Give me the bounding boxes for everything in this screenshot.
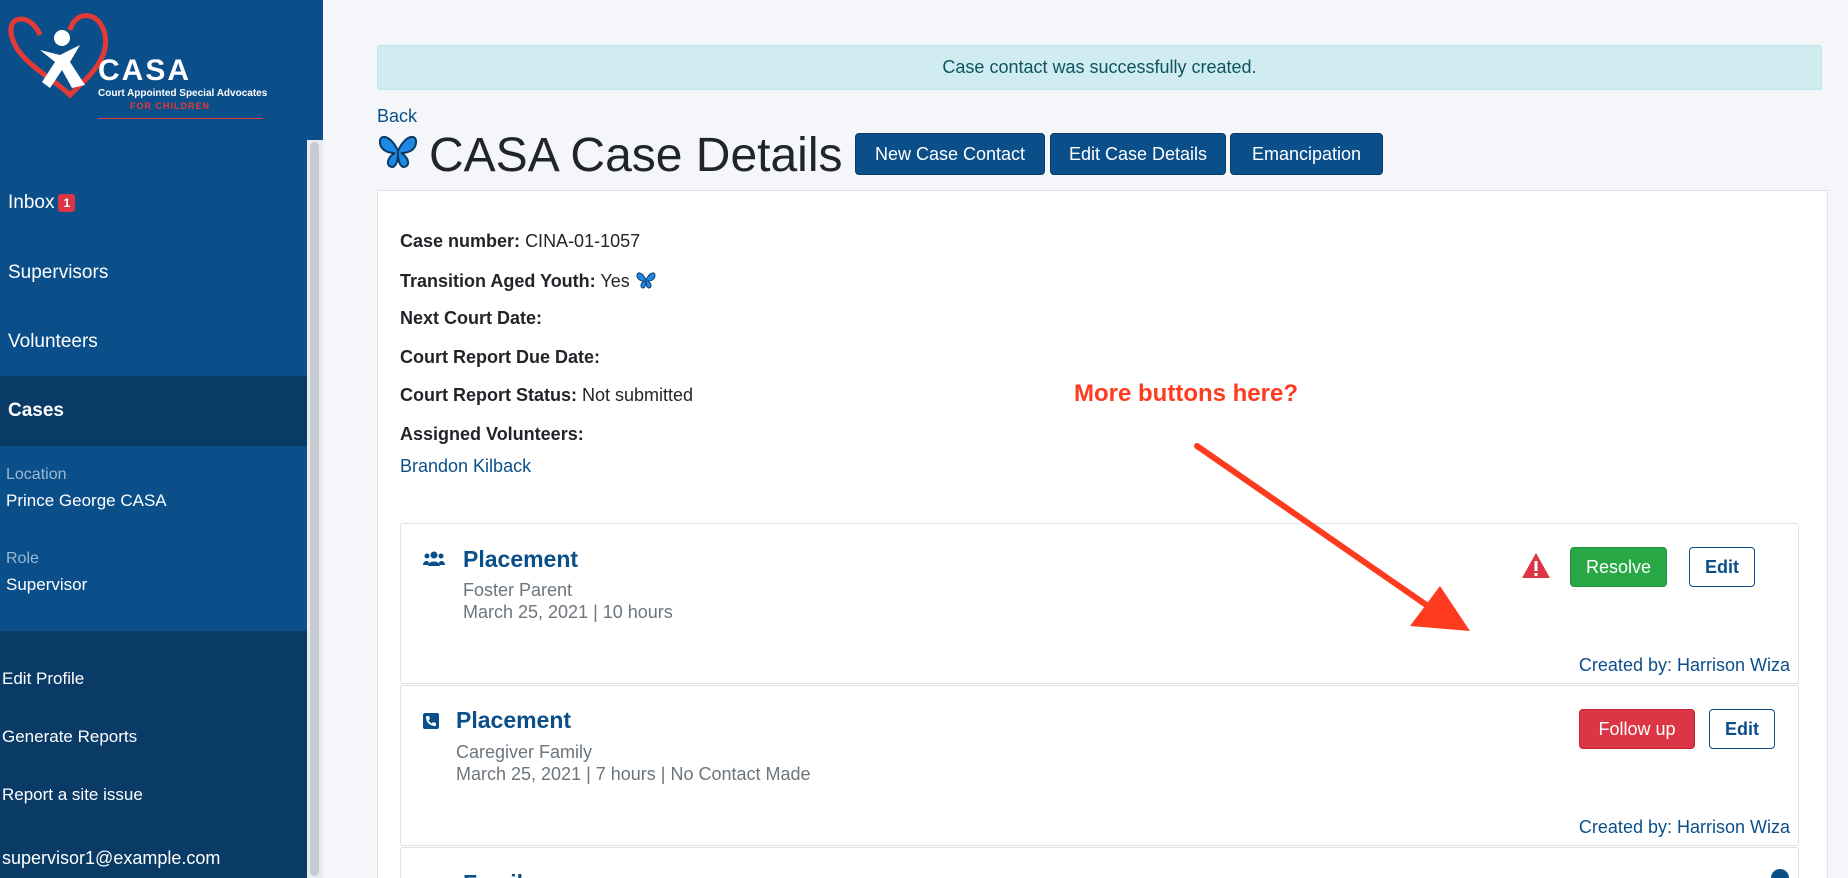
edit-button[interactable]: Edit	[1689, 547, 1755, 587]
next-court-date-label: Next Court Date:	[400, 308, 543, 328]
edit-profile-link[interactable]: Edit Profile	[2, 669, 84, 689]
report-issue-link[interactable]: Report a site issue	[2, 785, 143, 805]
user-email[interactable]: supervisor1@example.com	[2, 848, 220, 869]
case-contact-card: Family	[400, 847, 1799, 878]
contact-title: Placement	[463, 546, 579, 572]
tay-value: Yes	[600, 271, 630, 291]
page-title: CASA Case Details	[377, 128, 843, 183]
logo-underline	[98, 118, 263, 119]
contact-title: Placement	[456, 707, 572, 733]
users-icon	[423, 551, 445, 572]
annotation-text: More buttons here?	[1074, 380, 1299, 407]
success-alert: Case contact was successfully created.	[377, 45, 1822, 90]
transition-aged-youth-field: Transition Aged Youth: Yes	[400, 270, 657, 292]
new-case-contact-button[interactable]: New Case Contact	[855, 133, 1045, 175]
next-court-date-field: Next Court Date:	[400, 308, 542, 329]
role-label: Role	[6, 550, 39, 567]
created-by: Created by: Harrison Wiza	[1578, 817, 1790, 837]
logo-tagline: Court Appointed Special Advocates	[98, 88, 268, 99]
court-report-status-field: Court Report Status: Not submitted	[400, 385, 693, 406]
contact-type: Caregiver Family	[456, 742, 593, 762]
location-label: Location	[6, 466, 67, 483]
edit-case-details-button[interactable]: Edit Case Details	[1050, 133, 1226, 175]
sidebar-item-label: Supervisors	[8, 262, 109, 283]
tay-label: Transition Aged Youth:	[400, 271, 596, 291]
phone-icon	[423, 713, 439, 734]
edit-button[interactable]: Edit	[1709, 709, 1775, 749]
logo-tagline-2: FOR CHILDREN	[130, 101, 210, 111]
role-value: Supervisor	[6, 575, 88, 594]
resolve-button[interactable]: Resolve	[1570, 547, 1667, 587]
logo-text: CASA	[98, 54, 192, 87]
contact-type: Foster Parent	[463, 580, 573, 600]
volunteer-link[interactable]: Brandon Kilback	[400, 456, 531, 477]
help-icon[interactable]	[1770, 868, 1790, 878]
sidebar-item-cases[interactable]: Cases	[0, 376, 307, 446]
sidebar-item-label: Volunteers	[8, 331, 98, 352]
case-contact-card: Placement Foster Parent March 25, 2021 |…	[400, 523, 1799, 684]
court-report-status-value: Not submitted	[582, 385, 694, 405]
page-title-text: CASA Case Details	[429, 129, 843, 182]
sidebar-item-volunteers[interactable]: Volunteers	[0, 307, 307, 377]
follow-up-button[interactable]: Follow up	[1579, 709, 1695, 749]
contact-date-duration: March 25, 2021 | 10 hours	[463, 602, 673, 622]
court-report-due-field: Court Report Due Date:	[400, 347, 600, 368]
warning-icon	[1521, 552, 1551, 587]
sidebar-item-label: Cases	[8, 400, 64, 421]
case-number-value: CINA-01-1057	[525, 231, 641, 251]
sidebar-scrollbar[interactable]	[307, 140, 323, 878]
case-contact-card: Placement Caregiver Family March 25, 202…	[400, 685, 1799, 846]
sidebar-item-inbox[interactable]: Inbox 1	[0, 168, 307, 238]
inbox-count-badge: 1	[58, 194, 76, 212]
annotation-arrow-icon	[1194, 443, 1470, 631]
sidebar-item-label: Inbox	[8, 192, 55, 213]
case-number-label: Case number:	[400, 231, 521, 251]
created-by: Created by: Harrison Wiza	[1578, 655, 1790, 675]
assigned-volunteers-field: Assigned Volunteers:	[400, 424, 584, 445]
court-report-due-label: Court Report Due Date:	[400, 347, 601, 367]
sidebar: CASA Court Appointed Special Advocates F…	[0, 0, 323, 878]
contact-title: Family	[463, 870, 536, 878]
case-number-field: Case number: CINA-01-1057	[400, 231, 640, 252]
scrollbar-thumb[interactable]	[310, 142, 319, 876]
casa-logo[interactable]: CASA Court Appointed Special Advocates F…	[0, 0, 323, 140]
sidebar-item-supervisors[interactable]: Supervisors	[0, 238, 307, 308]
generate-reports-link[interactable]: Generate Reports	[2, 727, 137, 747]
contact-date-duration: March 25, 2021 | 7 hours | No Contact Ma…	[456, 764, 811, 784]
emancipation-button[interactable]: Emancipation	[1230, 133, 1383, 175]
sidebar-bottom-nav: Edit Profile Generate Reports Report a s…	[0, 631, 307, 878]
assigned-volunteers-label: Assigned Volunteers:	[400, 424, 584, 444]
location-value: Prince George CASA	[6, 491, 167, 510]
butterfly-icon	[377, 131, 419, 181]
butterfly-icon	[636, 272, 656, 289]
back-link[interactable]: Back	[377, 106, 417, 127]
court-report-status-label: Court Report Status:	[400, 385, 577, 405]
